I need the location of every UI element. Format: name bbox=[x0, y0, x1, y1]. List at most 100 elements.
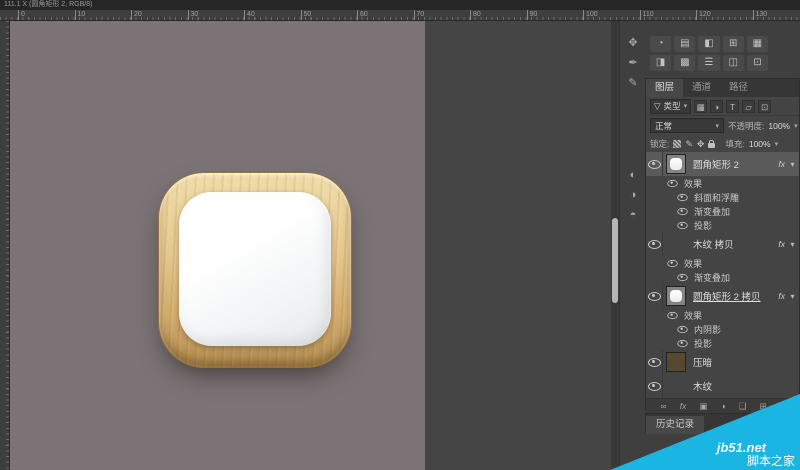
burn-tool-icon[interactable]: ◑ bbox=[620, 185, 646, 205]
ruler-tick: 40 bbox=[244, 10, 255, 20]
lock-position-icon[interactable]: ✥ bbox=[697, 139, 705, 149]
eye-icon[interactable] bbox=[667, 311, 677, 318]
layer-thumbnail[interactable] bbox=[663, 352, 689, 372]
collapsed-panel-icon[interactable]: ▤ bbox=[674, 36, 695, 52]
eye-icon[interactable] bbox=[667, 259, 677, 266]
collapsed-panel-icon[interactable]: ⊡ bbox=[747, 55, 768, 71]
layer-thumbnail[interactable] bbox=[663, 286, 689, 306]
blend-mode-dropdown[interactable]: 正常 ▾ bbox=[650, 118, 724, 133]
fx-badge: fx bbox=[777, 159, 786, 169]
sponge-tool-icon[interactable]: ◓ bbox=[620, 205, 646, 225]
link-layers-icon[interactable]: ∞ bbox=[661, 400, 667, 413]
filter-shape-layers-icon[interactable]: ▱ bbox=[742, 100, 755, 113]
lock-all-icon[interactable] bbox=[708, 143, 715, 148]
filter-kind-dropdown[interactable]: ▽ 类型 ▾ bbox=[650, 99, 691, 114]
effect-row[interactable]: 斜面和浮雕 bbox=[646, 190, 799, 204]
chevron-down-icon[interactable]: ▾ bbox=[786, 240, 799, 249]
visibility-toggle[interactable] bbox=[646, 152, 663, 176]
layer-name[interactable]: 木纹 拷贝 bbox=[689, 237, 777, 251]
filter-pixel-layers-icon[interactable]: ▦ bbox=[694, 100, 707, 113]
collapsed-panel-icon[interactable]: ◫ bbox=[723, 55, 744, 71]
filter-smart-object-icon[interactable]: ⊡ bbox=[758, 100, 771, 113]
visibility-toggle[interactable] bbox=[646, 374, 663, 398]
opacity-label: 不透明度: bbox=[728, 120, 764, 132]
horizontal-ruler[interactable]: 0102030405060708090100110120130 bbox=[0, 10, 800, 21]
layer-name[interactable]: 压暗 bbox=[689, 355, 799, 369]
layer-name[interactable]: 圆角矩形 2 拷贝 bbox=[689, 289, 777, 303]
effects-header-row[interactable]: 效果 bbox=[646, 308, 799, 322]
collapsed-panel-icon[interactable]: ◔ bbox=[650, 36, 671, 52]
add-layer-mask-icon[interactable]: ▣ bbox=[699, 400, 707, 413]
effect-label: 渐变叠加 bbox=[689, 205, 730, 218]
collapsed-panel-icon[interactable]: ◨ bbox=[650, 55, 671, 71]
tab-history[interactable]: 历史记录 bbox=[646, 416, 704, 434]
collapsed-panel-icon[interactable]: ☰ bbox=[698, 55, 719, 71]
effect-row[interactable]: 内阴影 bbox=[646, 322, 799, 336]
layer-row[interactable]: 压暗 bbox=[646, 350, 799, 374]
layer-name[interactable]: 木纹 bbox=[689, 379, 799, 393]
effect-row[interactable]: 渐变叠加 bbox=[646, 270, 799, 284]
layer-thumbnail[interactable] bbox=[663, 234, 689, 254]
collapsed-panel-icon[interactable]: ▩ bbox=[674, 55, 695, 71]
eye-icon[interactable] bbox=[677, 273, 687, 280]
filter-adjustment-layers-icon[interactable]: ◑ bbox=[710, 100, 723, 113]
effect-label: 渐变叠加 bbox=[689, 271, 730, 284]
effects-label: 效果 bbox=[679, 309, 702, 322]
ruler-tick: 20 bbox=[131, 10, 142, 20]
visibility-toggle[interactable] bbox=[646, 350, 663, 374]
layer-row[interactable]: 圆角矩形 2 拷贝 fx ▾ bbox=[646, 284, 799, 308]
layer-row[interactable]: 圆角矩形 2 fx ▾ bbox=[646, 152, 799, 176]
layer-row[interactable]: 木纹 拷贝 fx ▾ bbox=[646, 232, 799, 256]
tab-layers[interactable]: 图层 bbox=[646, 79, 683, 97]
fill-value[interactable]: 100% bbox=[749, 139, 771, 149]
effect-row[interactable]: 投影 bbox=[646, 218, 799, 232]
dodge-tool-icon[interactable]: ◐ bbox=[620, 165, 646, 185]
pen-tool-icon[interactable]: ✒ bbox=[620, 53, 646, 73]
eye-icon[interactable] bbox=[677, 207, 687, 214]
eye-icon[interactable] bbox=[677, 221, 687, 228]
opacity-value[interactable]: 100% bbox=[768, 121, 790, 131]
tab-paths[interactable]: 路径 bbox=[720, 79, 757, 97]
chevron-down-icon[interactable]: ▾ bbox=[786, 160, 799, 169]
scrollbar-thumb[interactable] bbox=[612, 218, 618, 303]
collapsed-panel-icon[interactable]: ▦ bbox=[747, 36, 768, 52]
eye-icon[interactable] bbox=[677, 193, 687, 200]
canvas-scrollbar[interactable] bbox=[611, 21, 619, 470]
chevron-down-icon[interactable]: ▾ bbox=[786, 292, 799, 301]
effects-label: 效果 bbox=[679, 177, 702, 190]
canvas[interactable] bbox=[10, 21, 425, 470]
fx-badge: fx bbox=[777, 239, 786, 249]
brush-tool-icon[interactable]: ✎ bbox=[620, 73, 646, 93]
layer-name[interactable]: 圆角矩形 2 bbox=[689, 157, 777, 171]
ruler-tick: 10 bbox=[75, 10, 86, 20]
adjustment-layer-icon[interactable]: ◑ bbox=[721, 400, 726, 413]
lock-label: 锁定: bbox=[650, 138, 669, 150]
effect-row[interactable]: 渐变叠加 bbox=[646, 204, 799, 218]
visibility-toggle[interactable] bbox=[646, 284, 663, 308]
chevron-down-icon[interactable]: ▾ bbox=[775, 140, 779, 148]
layer-thumbnail[interactable] bbox=[663, 376, 689, 396]
eye-icon[interactable] bbox=[667, 179, 677, 186]
wood-icon-artwork bbox=[158, 172, 352, 368]
new-group-icon[interactable]: ❑ bbox=[739, 400, 747, 413]
layer-thumbnail[interactable] bbox=[663, 154, 689, 174]
effect-row[interactable]: 投影 bbox=[646, 336, 799, 350]
watermark-name: 脚本之家 bbox=[747, 452, 795, 469]
eye-icon[interactable] bbox=[677, 325, 687, 332]
lock-transparency-icon[interactable] bbox=[673, 140, 681, 148]
layer-style-icon[interactable]: fx bbox=[680, 400, 687, 413]
effects-header-row[interactable]: 效果 bbox=[646, 256, 799, 270]
eye-icon[interactable] bbox=[677, 339, 687, 346]
tab-channels[interactable]: 通道 bbox=[683, 79, 720, 97]
visibility-toggle[interactable] bbox=[646, 232, 663, 256]
lock-pixels-icon[interactable]: ✎ bbox=[685, 139, 693, 149]
collapsed-panel-icon[interactable]: ⊞ bbox=[723, 36, 744, 52]
layer-row[interactable]: 木纹 bbox=[646, 374, 799, 398]
effects-header-row[interactable]: 效果 bbox=[646, 176, 799, 190]
collapsed-panel-icon[interactable]: ◧ bbox=[698, 36, 719, 52]
chevron-down-icon: ▾ bbox=[715, 122, 719, 130]
chevron-down-icon[interactable]: ▾ bbox=[794, 122, 798, 130]
move-tool-icon[interactable]: ✥ bbox=[620, 33, 646, 53]
filter-type-layers-icon[interactable]: T bbox=[726, 100, 739, 113]
vertical-ruler[interactable] bbox=[0, 21, 10, 470]
